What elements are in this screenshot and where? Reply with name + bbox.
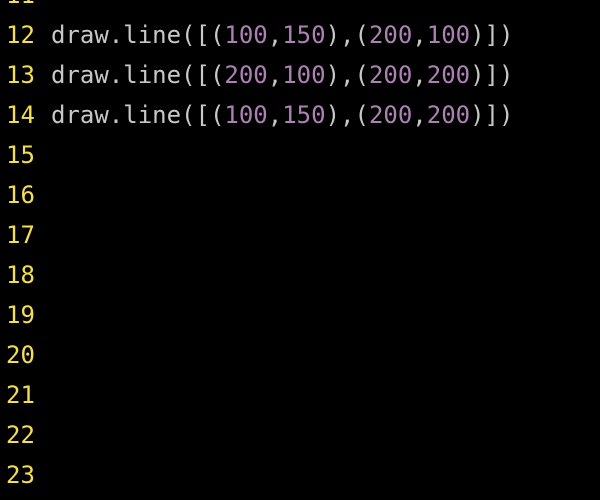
code-line[interactable]: 20: [0, 335, 600, 375]
code-token-punct: ,: [412, 101, 427, 129]
code-token-num: 200: [426, 61, 471, 89]
code-token-punct: ),(: [325, 61, 369, 89]
line-number: 12: [6, 21, 35, 49]
code-token-ident: draw.line: [51, 21, 182, 49]
code-token-ident: draw.line: [51, 61, 182, 89]
code-line[interactable]: 17: [0, 215, 600, 255]
code-token-punct: ,: [412, 61, 427, 89]
code-token-punct: ),(: [325, 101, 369, 129]
code-line[interactable]: 18: [0, 255, 600, 295]
code-token-num: 200: [426, 101, 471, 129]
line-number: 14: [6, 101, 35, 129]
code-token-num: 150: [282, 101, 326, 129]
code-token-num: 100: [224, 101, 268, 129]
code-token-num: 200: [368, 21, 413, 49]
code-token-punct: ,: [267, 21, 283, 49]
code-token-punct: ([(: [181, 101, 225, 129]
line-number: 16: [6, 181, 35, 209]
line-code[interactable]: draw.line([(100,150),(200,100)]): [51, 15, 513, 55]
line-number: 23: [6, 461, 35, 489]
line-number: 15: [6, 141, 35, 169]
code-token-ident: draw.line: [51, 101, 182, 129]
line-number: 19: [6, 301, 35, 329]
code-line[interactable]: 21: [0, 375, 600, 415]
code-line[interactable]: 14 draw.line([(100,150),(200,200)]): [0, 95, 600, 135]
code-token-punct: ,: [412, 21, 427, 49]
code-token-punct: ([(: [181, 61, 225, 89]
code-token-num: 200: [368, 101, 413, 129]
code-token-punct: )]): [470, 61, 514, 89]
code-token-num: 200: [368, 61, 413, 89]
line-number: 17: [6, 221, 35, 249]
code-line[interactable]: 22: [0, 415, 600, 455]
line-code[interactable]: draw.line([(100,150),(200,200)]): [51, 95, 513, 135]
code-line[interactable]: 12 draw.line([(100,150),(200,100)]): [0, 15, 600, 55]
code-token-num: 150: [282, 21, 326, 49]
code-token-num: 100: [426, 21, 471, 49]
code-line[interactable]: 11: [0, 0, 600, 15]
code-token-punct: ,: [267, 61, 283, 89]
code-line[interactable]: 16: [0, 175, 600, 215]
code-editor[interactable]: 1112draw.line([(100,150),(200,100)])13dr…: [0, 0, 600, 500]
code-line[interactable]: 19: [0, 295, 600, 335]
line-number: 20: [6, 341, 35, 369]
code-token-num: 100: [282, 61, 326, 89]
code-token-punct: ,: [267, 101, 283, 129]
line-number: 13: [6, 61, 35, 89]
line-number: 22: [6, 421, 35, 449]
line-number: 18: [6, 261, 35, 289]
code-token-punct: ),(: [325, 21, 369, 49]
code-token-num: 200: [224, 61, 268, 89]
code-token-num: 100: [224, 21, 268, 49]
code-line[interactable]: 23: [0, 455, 600, 495]
line-code[interactable]: draw.line([(200,100),(200,200)]): [51, 55, 513, 95]
code-line[interactable]: 15: [0, 135, 600, 175]
code-token-punct: )]): [470, 21, 514, 49]
line-number: 11: [0, 0, 51, 15]
code-line[interactable]: 13 draw.line([(200,100),(200,200)]): [0, 55, 600, 95]
code-token-punct: ([(: [181, 21, 225, 49]
line-number: 21: [6, 381, 35, 409]
code-token-punct: )]): [470, 101, 514, 129]
